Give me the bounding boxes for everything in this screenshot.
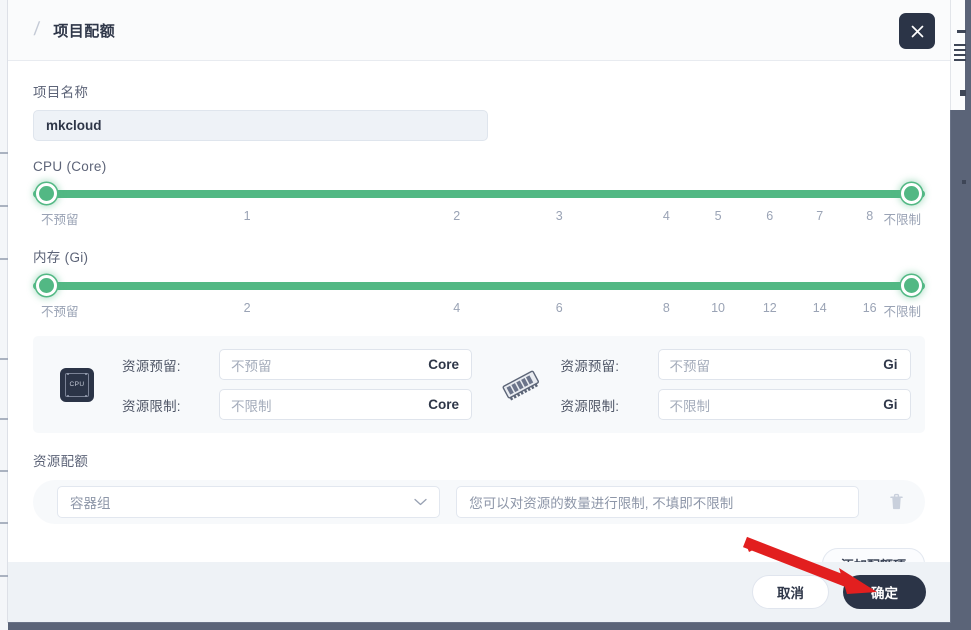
memory-label: 内存 (Gi) (33, 246, 925, 266)
cpu-limit-unit: Core (428, 397, 471, 412)
cpu-slider-thumb-min[interactable] (36, 183, 57, 204)
project-name-input[interactable] (33, 110, 488, 141)
memory-request-unit: Gi (883, 357, 909, 372)
chevron-down-icon (414, 498, 439, 506)
dialog-body: 项目名称 CPU (Core) 不预留12345678不限制 内存 (Gi) 不… (8, 61, 950, 562)
memory-slider-rail[interactable] (33, 282, 925, 290)
cpu_slider-tick-min: 不预留 (41, 209, 79, 228)
page-backdrop-right (950, 0, 971, 630)
cpu-icon-wrap: CPU (60, 368, 122, 402)
breadcrumb-separator: / (33, 19, 41, 41)
cpu-chip-label: CPU (70, 381, 85, 388)
memory-icon-wrap (499, 368, 561, 402)
cpu_slider-tick-max: 不限制 (883, 209, 921, 228)
background-left-lines (0, 0, 8, 630)
memory-slider-ticks: 不预留 2 4 6 8 10 12 14 16 不限制 (33, 301, 925, 320)
memory-slider-thumb-min[interactable] (36, 275, 57, 296)
cpu-slider-block: CPU (Core) 不预留 1 2 3 4 5 6 7 8 不限制 (33, 159, 925, 228)
project-name-label: 项目名称 (33, 81, 925, 101)
cpu_slider-tick: 3 (556, 209, 563, 223)
confirm-button[interactable]: 确定 (843, 575, 926, 609)
cpu_slider-tick: 8 (866, 209, 873, 223)
memory_slider-tick: 16 (863, 301, 877, 315)
cpu_slider-tick: 4 (663, 209, 670, 223)
cpu-resource-column: CPU 资源预留: 不预留 Core (33, 348, 487, 421)
memory_slider-tick: 12 (763, 301, 777, 315)
trash-icon (889, 493, 904, 511)
cpu_slider-tick: 2 (453, 209, 460, 223)
memory-limit-row: 资源限制: 不限制 Gi (561, 388, 926, 421)
cpu_slider-tick: 1 (244, 209, 251, 223)
memory-request-placeholder: 不预留 (659, 355, 884, 375)
memory_slider-tick: 2 (244, 301, 251, 315)
memory-stick-icon (499, 368, 543, 402)
dialog-footer: 取消 确定 (8, 562, 950, 622)
memory-limit-unit: Gi (883, 397, 909, 412)
cancel-button[interactable]: 取消 (752, 575, 829, 609)
cpu-request-placeholder: 不预留 (220, 355, 428, 375)
memory-limit-placeholder: 不限制 (659, 395, 884, 415)
cpu-request-unit: Core (428, 357, 471, 372)
close-icon (910, 24, 925, 39)
resource-quota-section: 资源配额 容器组 您可以对资源的数量进行限制, 不填即不限制 (33, 450, 925, 580)
memory-request-label: 资源预留: (561, 355, 658, 375)
resource-request-limit-panel: CPU 资源预留: 不预留 Core (33, 336, 925, 433)
memory-limit-input[interactable]: 不限制 Gi (658, 389, 911, 420)
cpu-resource-rows: 资源预留: 不预留 Core 资源限制: 不限制 Core (122, 348, 487, 421)
memory_slider-tick: 4 (453, 301, 460, 315)
memory_slider-tick: 14 (813, 301, 827, 315)
cpu_slider-tick: 5 (715, 209, 722, 223)
memory_slider-tick: 10 (711, 301, 725, 315)
memory_slider-tick-min: 不预留 (41, 301, 79, 320)
close-button[interactable] (899, 13, 935, 49)
memory-slider-thumb-max[interactable] (901, 275, 922, 296)
cpu-slider-thumb-max[interactable] (901, 183, 922, 204)
cpu-request-row: 资源预留: 不预留 Core (122, 348, 487, 381)
cpu_slider-tick: 7 (816, 209, 823, 223)
memory-slider[interactable] (33, 275, 925, 297)
background-page-left (0, 0, 8, 630)
cpu-slider-rail[interactable] (33, 190, 925, 198)
cpu-request-input[interactable]: 不预留 Core (219, 349, 472, 380)
memory_slider-tick: 6 (556, 301, 563, 315)
quota-limit-placeholder: 您可以对资源的数量进行限制, 不填即不限制 (457, 492, 733, 512)
resource-quota-label: 资源配额 (33, 450, 925, 470)
cpu-chip-icon: CPU (60, 368, 94, 402)
memory-slider-block: 内存 (Gi) 不预留 2 4 6 8 10 12 14 16 不限制 (33, 246, 925, 320)
memory_slider-tick-max: 不限制 (883, 301, 921, 320)
cpu-limit-label: 资源限制: (122, 395, 219, 415)
memory-resource-rows: 资源预留: 不预留 Gi 资源限制: 不限制 Gi (561, 348, 926, 421)
cpu-label: CPU (Core) (33, 159, 925, 174)
page-title: 项目配额 (53, 20, 115, 41)
quota-limit-input[interactable]: 您可以对资源的数量进行限制, 不填即不限制 (456, 486, 859, 518)
quota-resource-select-value: 容器组 (58, 492, 414, 512)
cpu-limit-row: 资源限制: 不限制 Core (122, 388, 487, 421)
cpu_slider-tick: 6 (766, 209, 773, 223)
cpu-slider[interactable] (33, 183, 925, 205)
memory-limit-label: 资源限制: (561, 395, 658, 415)
cpu-request-label: 资源预留: (122, 355, 219, 375)
cpu-limit-placeholder: 不限制 (220, 395, 428, 415)
cpu-chip-inner: CPU (65, 373, 89, 397)
memory-request-input[interactable]: 不预留 Gi (658, 349, 911, 380)
dialog-header: / 项目配额 (8, 0, 950, 61)
quota-resource-select[interactable]: 容器组 (57, 486, 440, 518)
delete-quota-button[interactable] (873, 486, 919, 518)
quota-item-row: 容器组 您可以对资源的数量进行限制, 不填即不限制 (33, 480, 925, 524)
background-right-glyphs (951, 30, 969, 230)
project-quota-dialog: / 项目配额 项目名称 CPU (Core) 不预留12345678不限制 内存… (8, 0, 950, 622)
memory-request-row: 资源预留: 不预留 Gi (561, 348, 926, 381)
cpu-slider-ticks: 不预留 1 2 3 4 5 6 7 8 不限制 (33, 209, 925, 228)
cpu-limit-input[interactable]: 不限制 Core (219, 389, 472, 420)
memory-resource-column: 资源预留: 不预留 Gi 资源限制: 不限制 Gi (487, 348, 926, 421)
memory_slider-tick: 8 (663, 301, 670, 315)
